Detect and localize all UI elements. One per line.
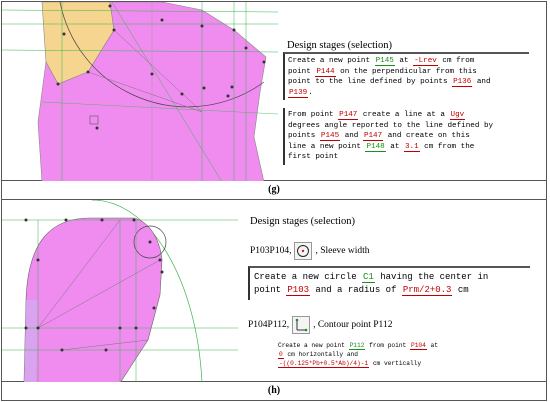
point-ref: P136 — [452, 78, 473, 88]
value-ref: Prm/2+0.3 — [401, 285, 453, 296]
sleeve-shape — [23, 217, 163, 383]
figure-caption: (h) — [267, 385, 281, 396]
stage-title-g: Design stages (selection) — [287, 40, 392, 51]
step-box-g1: Create a new point P145 at -Lrev cm from… — [283, 52, 529, 101]
step-box-h1: Create a new circle C1 having the center… — [248, 266, 530, 300]
point-ref: C1 — [362, 272, 375, 283]
point-ref: P148 — [365, 142, 386, 152]
point-ref: P104 — [409, 342, 427, 350]
circle-tool-icon[interactable] — [294, 242, 313, 260]
point-ref: P103 — [286, 285, 311, 296]
value-ref: -((0.125*Pb+0.5*Ab)/4)-1 — [278, 360, 370, 368]
value-ref: -Lrev — [413, 57, 438, 66]
point-ref: P144 — [315, 67, 336, 77]
value-ref: Ugv — [449, 111, 466, 120]
caption-h: (h) — [1, 382, 547, 401]
point-ref: P145 — [319, 132, 341, 142]
figure-caption: (g) — [268, 184, 280, 195]
step-box-g2: From point P147 create a line at a Ugv d… — [283, 108, 529, 165]
step-box-h2: Create a new point P112 from point P104 … — [276, 340, 516, 369]
stage-row-contour-point: P104P112, , Contour point P112 — [248, 316, 392, 334]
point-ref: P145 — [374, 57, 395, 66]
point-ref: P147 — [362, 132, 384, 142]
stage-title-h: Design stages (selection) — [250, 216, 355, 227]
contour-point-tool-icon[interactable] — [292, 316, 311, 334]
sleeve-drawing-h — [2, 200, 238, 383]
point-ref: P112 — [348, 342, 366, 350]
caption-g: (g) — [1, 181, 547, 200]
point-ref: P139 — [288, 88, 309, 98]
panel-g: Design stages (selection) Create a new p… — [1, 1, 547, 182]
stage-row-sleeve-width: P103P104, , Sleeve width — [250, 242, 370, 260]
value-ref: 3.1 — [403, 142, 420, 152]
point-ref: P147 — [338, 111, 359, 120]
pattern-drawing-g — [2, 2, 278, 182]
